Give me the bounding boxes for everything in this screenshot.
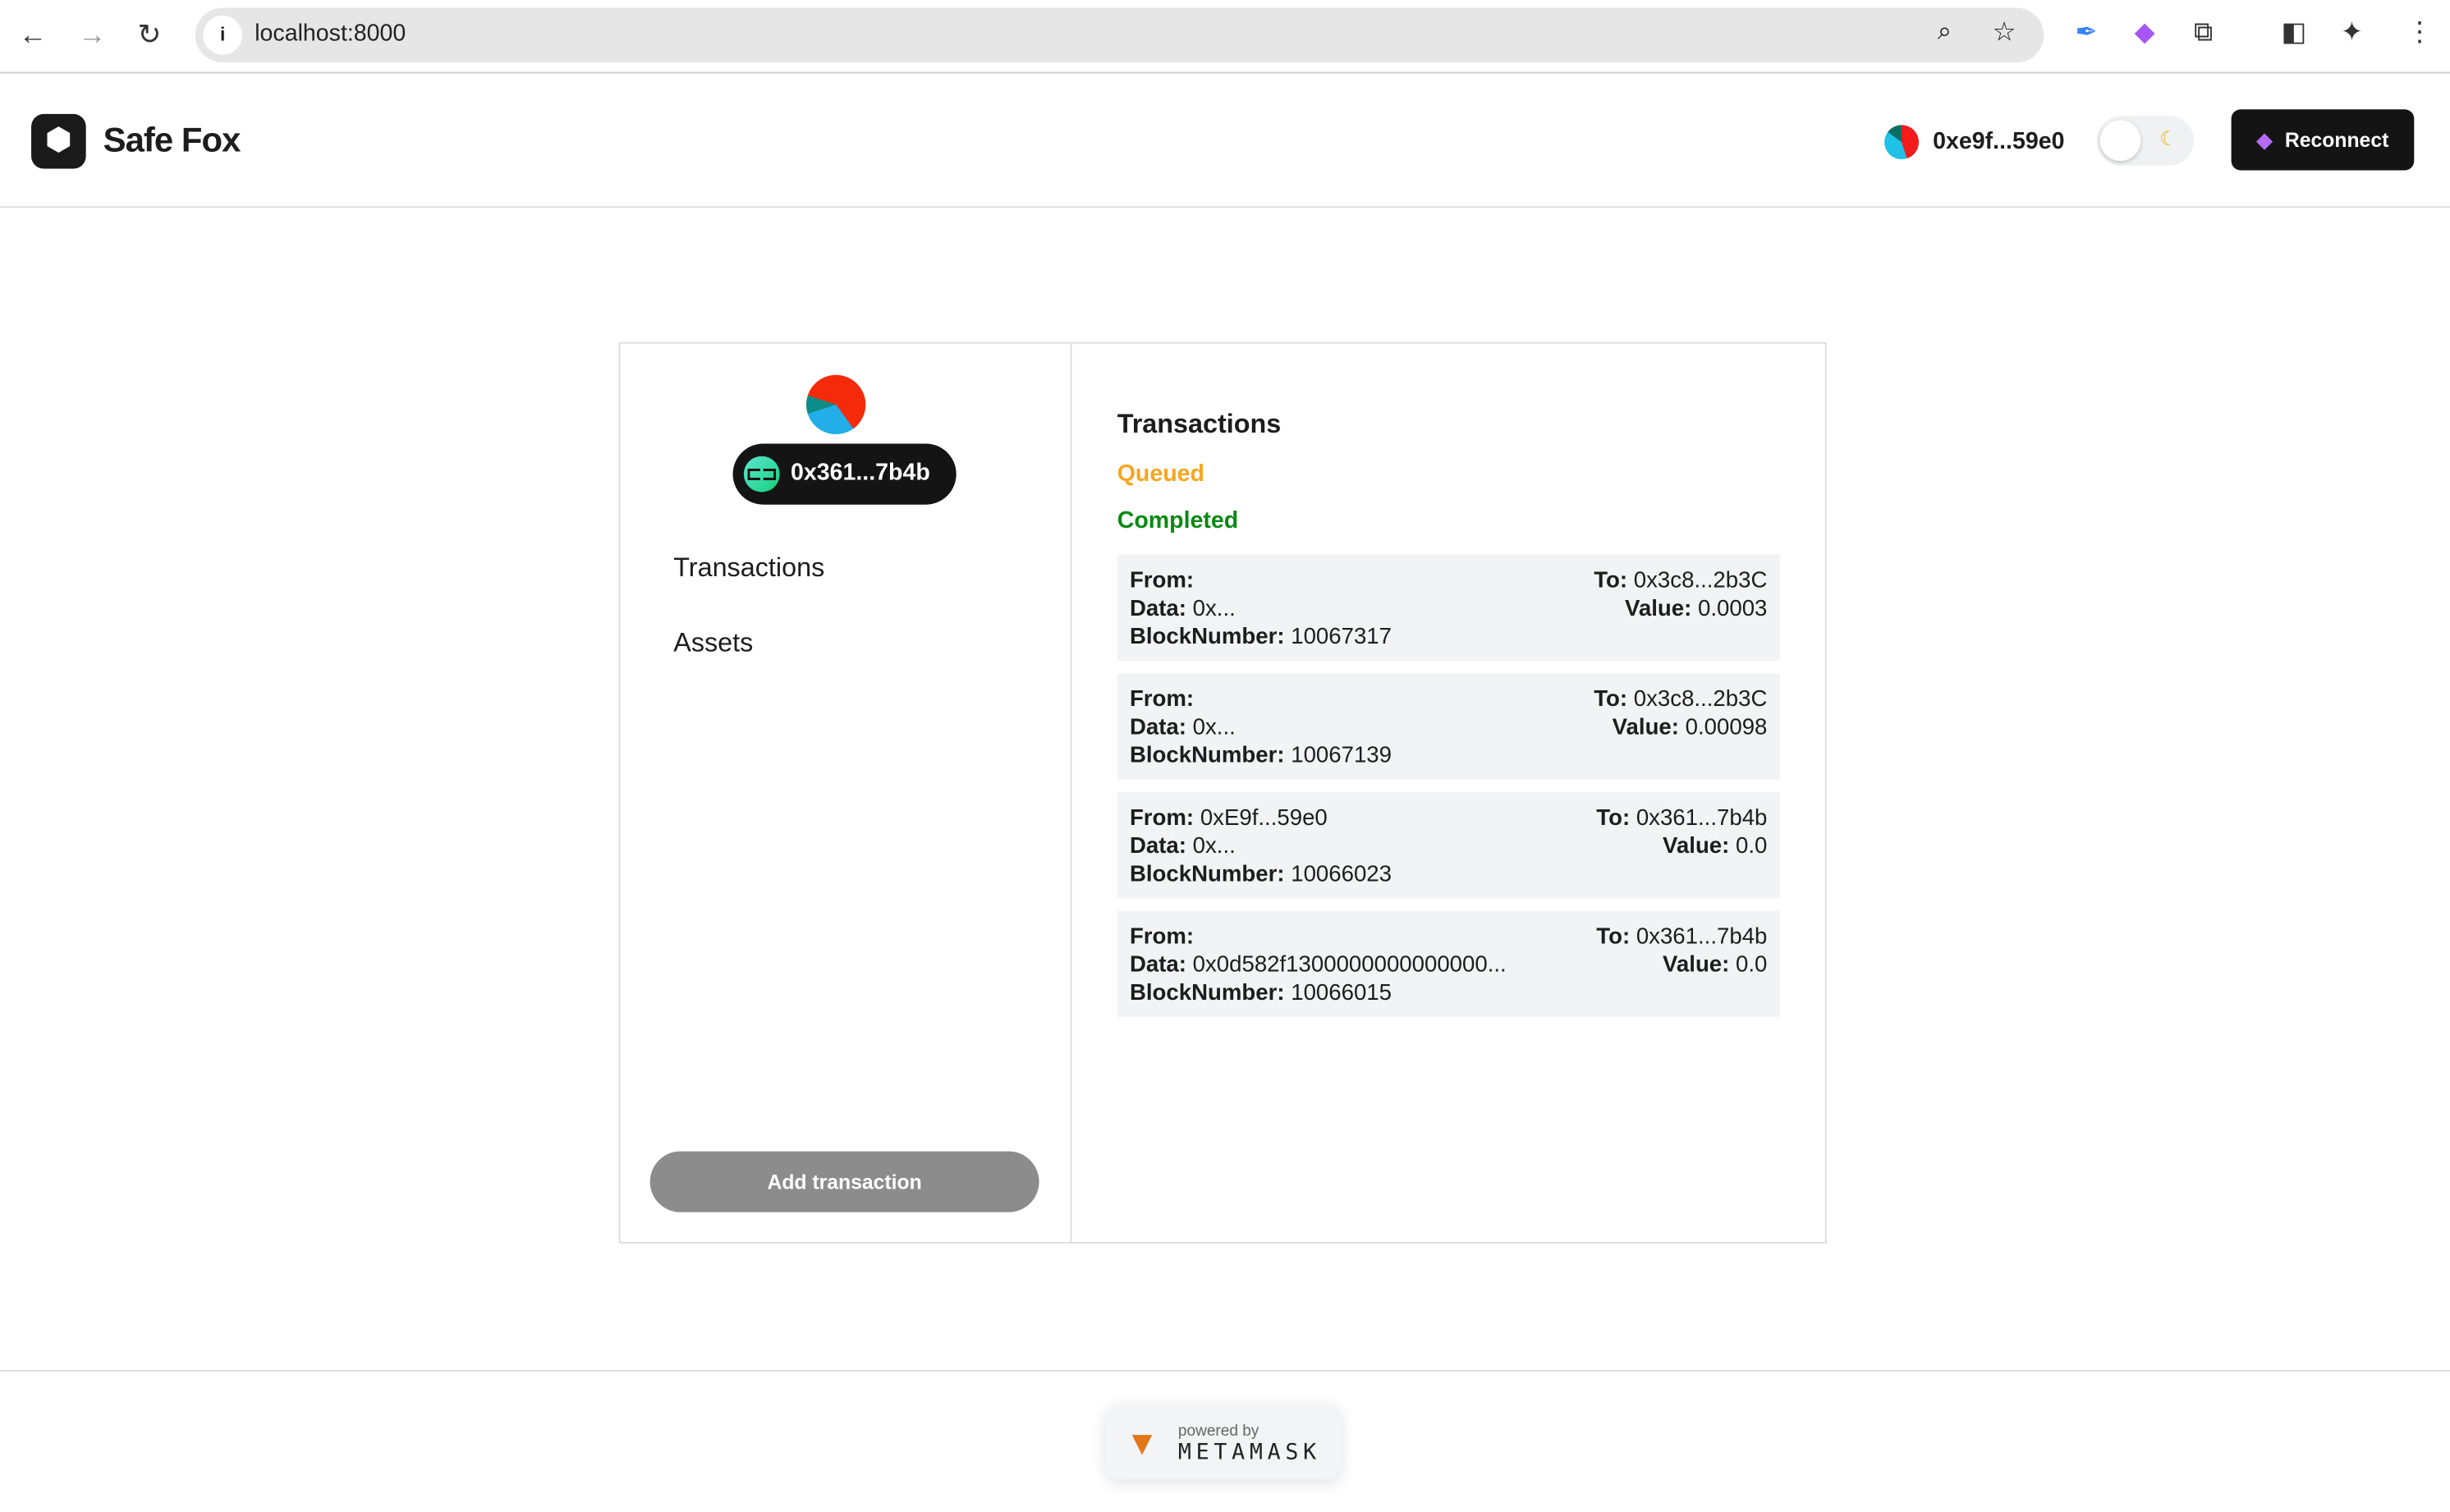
- account-avatar: [1884, 125, 1920, 160]
- powered-by-text: powered by: [1177, 1423, 1259, 1441]
- zoom-icon[interactable]: ⌕: [1938, 19, 1952, 47]
- tx-from: From:: [1129, 687, 1195, 712]
- completed-section-label[interactable]: Completed: [1117, 508, 1239, 534]
- sidebar-item-assets[interactable]: Assets: [673, 628, 753, 659]
- reload-icon[interactable]: ↻: [137, 19, 161, 52]
- safe-address-pill[interactable]: ⊏⊐ 0x361...7b4b: [732, 443, 957, 505]
- tx-to: To: 0x361...7b4b: [1596, 805, 1768, 832]
- url-text[interactable]: localhost:8000: [255, 21, 406, 47]
- metamask-wordmark: METAMASK: [1177, 1440, 1321, 1466]
- bookmark-star-icon[interactable]: ☆: [1992, 17, 2016, 48]
- transaction-row[interactable]: From: Data: 0x... BlockNumber: 10067317 To…: [1117, 554, 1780, 662]
- transaction-row[interactable]: From: Data: 0x... BlockNumber: 10067139 To…: [1117, 673, 1780, 780]
- toggle-knob: [2099, 120, 2141, 162]
- tx-data: Data: 0x...: [1129, 715, 1236, 741]
- safe-avatar: [805, 374, 866, 435]
- app-header: ⬢ Safe Fox 0xe9f...59e0 ☾ ◆ Reconnect: [0, 73, 2450, 208]
- transactions-title: Transactions: [1117, 409, 1282, 439]
- safe-cube-logo-icon: ⬢: [31, 113, 86, 169]
- moon-icon: ☾: [2159, 126, 2178, 150]
- tx-to: To: 0x3c8...2b3C: [1594, 687, 1768, 712]
- profile-bird-icon[interactable]: ✦: [2341, 17, 2363, 48]
- brand-name: Safe Fox: [103, 120, 241, 160]
- tx-block-number: BlockNumber: 10066015: [1129, 981, 1392, 1006]
- address-bar[interactable]: i localhost:8000 ⌕ ☆: [195, 7, 2044, 63]
- tx-value: Value: 0.0003: [1625, 596, 1768, 622]
- metamask-fox-icon: ▼: [1125, 1423, 1159, 1463]
- tx-block-number: BlockNumber: 10067317: [1129, 625, 1392, 650]
- sidebar: ⊏⊐ 0x361...7b4b Transactions Assets Add …: [621, 343, 1072, 1242]
- tx-value: Value: 0.0: [1663, 952, 1768, 978]
- safe-address: 0x361...7b4b: [790, 459, 930, 486]
- extension-feather-icon[interactable]: ✒: [2075, 17, 2097, 48]
- tx-to: To: 0x3c8...2b3C: [1594, 568, 1768, 594]
- metamask-fox-icon: ◆: [2256, 127, 2273, 151]
- tx-value: Value: 0.00098: [1612, 715, 1768, 741]
- menu-dots-icon[interactable]: ⋮: [2406, 17, 2433, 48]
- account-address[interactable]: 0xe9f...59e0: [1933, 128, 2064, 154]
- side-panel-icon[interactable]: ◧: [2282, 17, 2307, 48]
- safe-card: ⊏⊐ 0x361...7b4b Transactions Assets Add …: [618, 341, 1827, 1244]
- extensions-puzzle-icon[interactable]: ⧉: [2194, 17, 2213, 48]
- sidebar-item-transactions[interactable]: Transactions: [673, 553, 824, 584]
- site-info-icon[interactable]: i: [203, 16, 242, 55]
- tx-from: From: 0xE9f...59e0: [1129, 805, 1328, 832]
- tx-block-number: BlockNumber: 10067139: [1129, 743, 1392, 769]
- transaction-row[interactable]: From: Data: 0x0d582f1300000000000000... B…: [1117, 910, 1780, 1017]
- powered-by-metamask-badge: ▼ powered by METAMASK: [1106, 1404, 1341, 1480]
- tx-to: To: 0x361...7b4b: [1596, 924, 1768, 951]
- reconnect-button[interactable]: ◆ Reconnect: [2231, 109, 2415, 171]
- tx-value: Value: 0.0: [1663, 834, 1768, 859]
- browser-toolbar: ← → ↻ i localhost:8000 ⌕ ☆ ✒ ◆ ⧉ ◧ ✦ ⋮: [0, 0, 2450, 74]
- tx-data: Data: 0x...: [1129, 834, 1236, 859]
- tx-block-number: BlockNumber: 10066023: [1129, 862, 1392, 887]
- tx-data: Data: 0x0d582f1300000000000000...: [1129, 952, 1507, 978]
- add-transaction-button[interactable]: Add transaction: [649, 1151, 1039, 1212]
- safe-identicon-icon: ⊏⊐: [743, 456, 780, 493]
- tx-from: From:: [1129, 924, 1195, 951]
- footer: ▼ powered by METAMASK: [0, 1370, 2450, 1512]
- reconnect-label: Reconnect: [2284, 127, 2389, 151]
- theme-toggle[interactable]: ☾: [2096, 115, 2194, 166]
- tx-data: Data: 0x...: [1129, 596, 1236, 622]
- tx-from: From:: [1129, 568, 1195, 594]
- queued-section-label[interactable]: Queued: [1117, 460, 1204, 487]
- transaction-row[interactable]: From: 0xE9f...59e0 Data: 0x... BlockNumber…: [1117, 791, 1780, 899]
- metamask-extension-icon[interactable]: ◆: [2135, 17, 2155, 48]
- forward-icon[interactable]: →: [78, 19, 106, 52]
- back-icon[interactable]: ←: [19, 19, 47, 52]
